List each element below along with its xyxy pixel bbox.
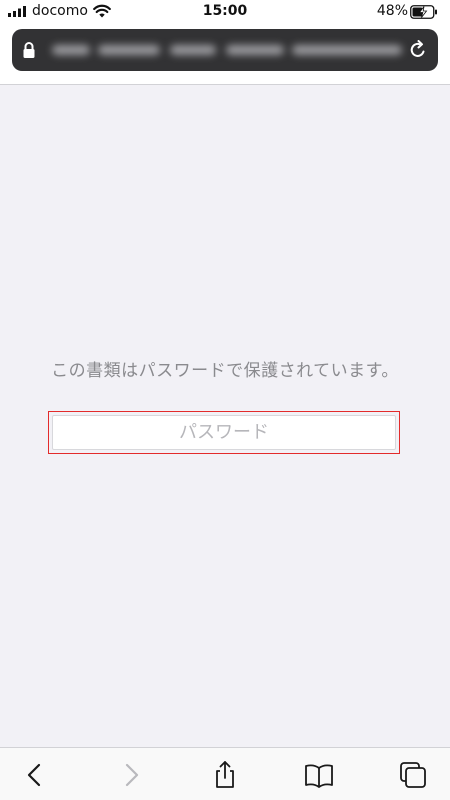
browser-top-chrome: docomo 15:00 48%: [0, 0, 450, 85]
forward-icon: [125, 763, 139, 787]
bookmarks-icon: [305, 764, 333, 788]
battery-charging-icon: [410, 5, 437, 19]
status-bar: docomo 15:00 48%: [0, 0, 450, 24]
share-icon: [216, 761, 234, 788]
battery-percentage: 48%: [376, 3, 408, 19]
password-field-highlight: [48, 411, 400, 454]
bookmarks-button[interactable]: [304, 760, 334, 790]
address-bar[interactable]: [12, 29, 438, 71]
back-icon: [27, 763, 41, 787]
lock-icon: [23, 42, 35, 58]
forward-button[interactable]: [116, 760, 146, 790]
password-protected-message: この書類はパスワードで保護されています。: [51, 361, 399, 381]
back-button[interactable]: [20, 760, 50, 790]
password-input[interactable]: [52, 415, 396, 450]
share-button[interactable]: [210, 760, 240, 790]
tabs-button[interactable]: [398, 760, 428, 790]
tabs-icon: [400, 762, 426, 788]
reload-icon[interactable]: [408, 40, 428, 60]
screen: docomo 15:00 48% この書類はパスワードで保護されています。: [0, 0, 450, 800]
bottom-toolbar: [0, 747, 450, 800]
